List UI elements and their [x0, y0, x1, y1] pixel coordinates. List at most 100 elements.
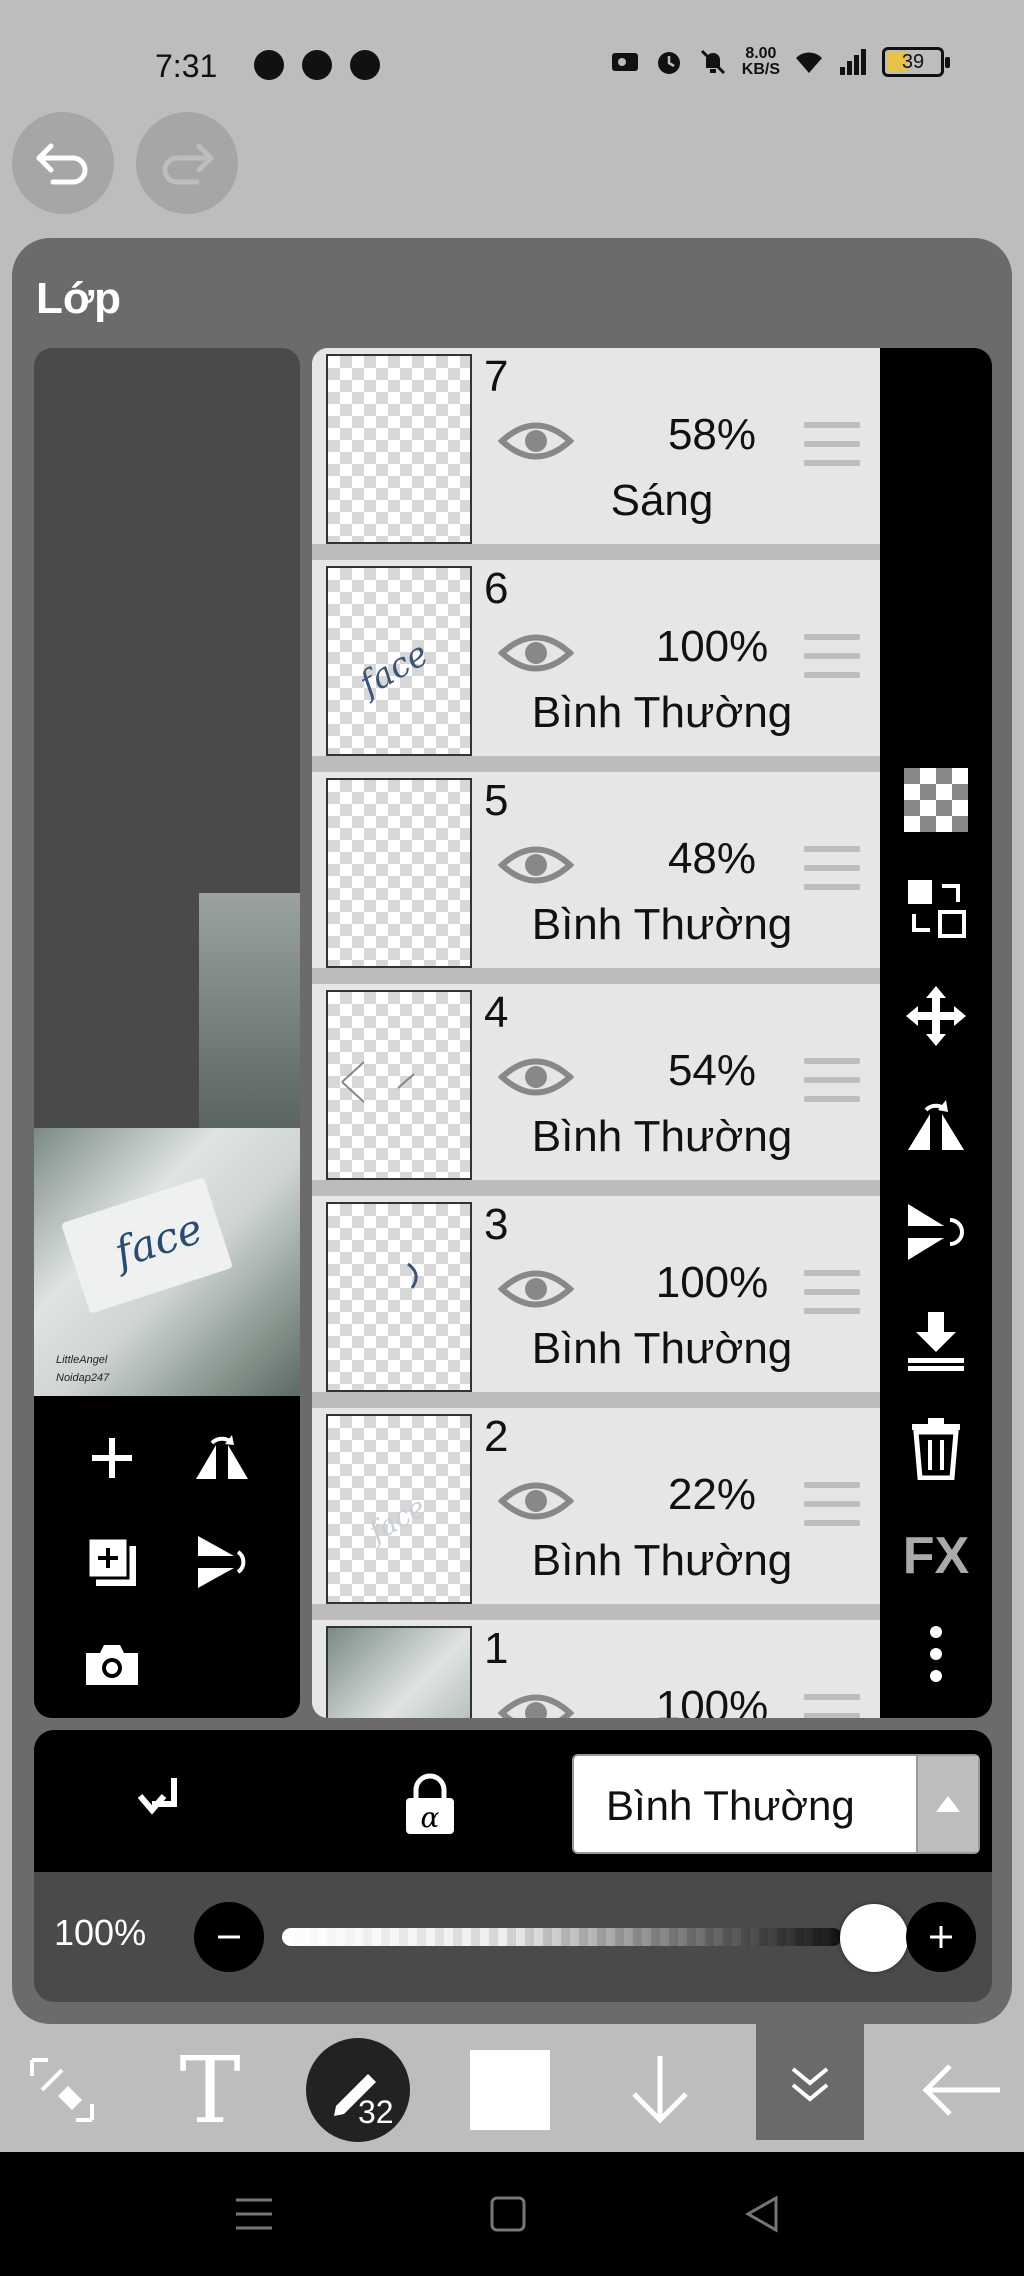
move-down-button[interactable] [612, 2042, 708, 2138]
layer-row-4[interactable]: 4 54% Bình Thường [312, 984, 880, 1184]
color-swatch[interactable] [470, 2050, 550, 2130]
visibility-eye-icon[interactable] [498, 1264, 574, 1314]
opacity-increase-button[interactable] [906, 1902, 976, 1972]
camera-button[interactable] [76, 1628, 148, 1700]
battery-icon: 39 [882, 47, 950, 77]
flip-horizontal-icon [908, 1100, 964, 1150]
merge-down-button[interactable] [902, 1306, 970, 1374]
home-nav-button[interactable] [484, 2190, 532, 2238]
chrome-icon [350, 50, 380, 80]
undo-icon [36, 143, 88, 185]
blend-mode-select[interactable]: Bình Thường [572, 1754, 980, 1854]
visibility-eye-icon[interactable] [498, 416, 574, 466]
flip-vertical-icon [908, 1204, 964, 1260]
add-layer-button[interactable] [76, 1422, 148, 1494]
visibility-eye-icon[interactable] [498, 1052, 574, 1102]
net-speed-value: 8.00 [745, 45, 777, 62]
layer-number: 7 [484, 352, 509, 401]
duplicate-layer-button[interactable] [76, 1526, 148, 1598]
layer-thumbnail[interactable] [326, 778, 472, 968]
opacity-value: 100% [54, 1912, 147, 1953]
bottom-toolbar: T 32 [0, 2024, 1024, 2152]
layer-row-6[interactable]: face 6 100% Bình Thường [312, 560, 880, 760]
system-nav-bar [0, 2152, 1024, 2276]
move-button[interactable] [902, 982, 970, 1050]
clipping-icon [138, 1778, 177, 1815]
layer-row-2[interactable]: face 2 22% Bình Thường [312, 1408, 880, 1608]
layer-row-7[interactable]: 7 58% Sáng [312, 348, 880, 548]
transparency-button[interactable] [902, 766, 970, 834]
alpha-lock-button[interactable]: α [400, 1772, 460, 1836]
more-options-button[interactable] [902, 1620, 970, 1688]
visibility-eye-icon[interactable] [498, 1688, 574, 1718]
layers-panel: Lớp face LittleAngel Noidap247 7 58% Sán… [12, 238, 1012, 2024]
fx-button[interactable]: FX [902, 1522, 970, 1590]
visibility-eye-icon[interactable] [498, 628, 574, 678]
swap-layer-button[interactable] [902, 874, 970, 942]
merge-down-icon [908, 1312, 964, 1371]
layer-blend-mode: Bình Thường [531, 900, 793, 949]
flip-vertical-button[interactable] [186, 1526, 258, 1598]
layer-thumbnail[interactable]: face [326, 1414, 472, 1604]
blend-mode-bar: α Bình Thường [34, 1730, 992, 1872]
layer-row-3[interactable]: 3 100% Bình Thường [312, 1196, 880, 1396]
opacity-slider[interactable] [282, 1928, 842, 1946]
flip-horizontal-button[interactable] [186, 1422, 258, 1494]
flip-vertical-button[interactable] [902, 1198, 970, 1266]
pinterest-icon [302, 50, 332, 80]
layer-thumbnail[interactable] [326, 990, 472, 1180]
layer-thumbnail[interactable]: face [326, 566, 472, 756]
layer-blend-mode: Bình Thường [531, 1536, 793, 1585]
visibility-eye-icon[interactable] [498, 1476, 574, 1526]
redo-button[interactable] [136, 112, 238, 214]
brush-tool-button[interactable]: 32 [306, 2038, 410, 2142]
checkerboard-icon [904, 768, 968, 832]
pinterest-icon [254, 50, 284, 80]
layer-opacity: 54% [667, 1046, 757, 1095]
layer-tools [34, 1396, 300, 1718]
layer-thumbnail[interactable] [326, 1626, 472, 1718]
canvas-thumbnail[interactable]: face LittleAngel Noidap247 [34, 1128, 300, 1396]
transform-tool-button[interactable] [14, 2042, 110, 2138]
visibility-eye-icon[interactable] [498, 840, 574, 890]
layer-row-5[interactable]: 5 48% Bình Thường [312, 772, 880, 972]
plus-icon [92, 1438, 132, 1478]
flip-horizontal-button[interactable] [902, 1090, 970, 1158]
brush-size: 32 [358, 2094, 394, 2130]
drag-handle-icon[interactable] [804, 846, 860, 890]
layer-number: 4 [484, 988, 509, 1037]
canvas-background-image [199, 893, 300, 1133]
wifi-icon [796, 52, 822, 73]
layer-opacity: 58% [667, 410, 757, 459]
drag-handle-icon[interactable] [804, 1270, 860, 1314]
opacity-slider-handle[interactable] [840, 1904, 908, 1972]
delete-layer-button[interactable] [902, 1414, 970, 1482]
menu-nav-button[interactable] [230, 2190, 278, 2238]
layer-list[interactable]: 7 58% Sáng face 6 100% Bình Thường 5 48%… [312, 348, 892, 1718]
layer-thumbnail[interactable] [326, 1202, 472, 1392]
drag-handle-icon[interactable] [804, 422, 860, 466]
layer-blend-mode: Bình Thường [531, 1112, 793, 1161]
text-tool-button[interactable]: T [162, 2037, 258, 2144]
back-button[interactable] [914, 2042, 1010, 2138]
drag-handle-icon[interactable] [804, 634, 860, 678]
flip-vertical-icon [198, 1536, 246, 1588]
layer-number: 3 [484, 1200, 509, 1249]
arrow-left-icon [922, 2064, 1000, 2116]
clipping-button[interactable] [136, 1772, 196, 1836]
back-triangle-icon [744, 2195, 778, 2233]
undo-button[interactable] [12, 112, 114, 214]
opacity-decrease-button[interactable] [194, 1902, 264, 1972]
net-speed: 8.00 KB/S [742, 46, 780, 78]
blend-mode-value: Bình Thường [606, 1782, 855, 1829]
layer-actions-toolbar: FX [880, 348, 992, 1718]
back-nav-button[interactable] [738, 2190, 786, 2238]
drag-handle-icon[interactable] [804, 1058, 860, 1102]
layer-thumbnail[interactable] [326, 354, 472, 544]
svg-text:α: α [421, 1801, 440, 1834]
layer-number: 6 [484, 564, 509, 613]
layer-row-1[interactable]: 1 100% [312, 1620, 880, 1718]
drag-handle-icon[interactable] [804, 1482, 860, 1526]
drag-handle-icon[interactable] [804, 1694, 860, 1718]
collapse-panel-button[interactable] [756, 2024, 864, 2140]
